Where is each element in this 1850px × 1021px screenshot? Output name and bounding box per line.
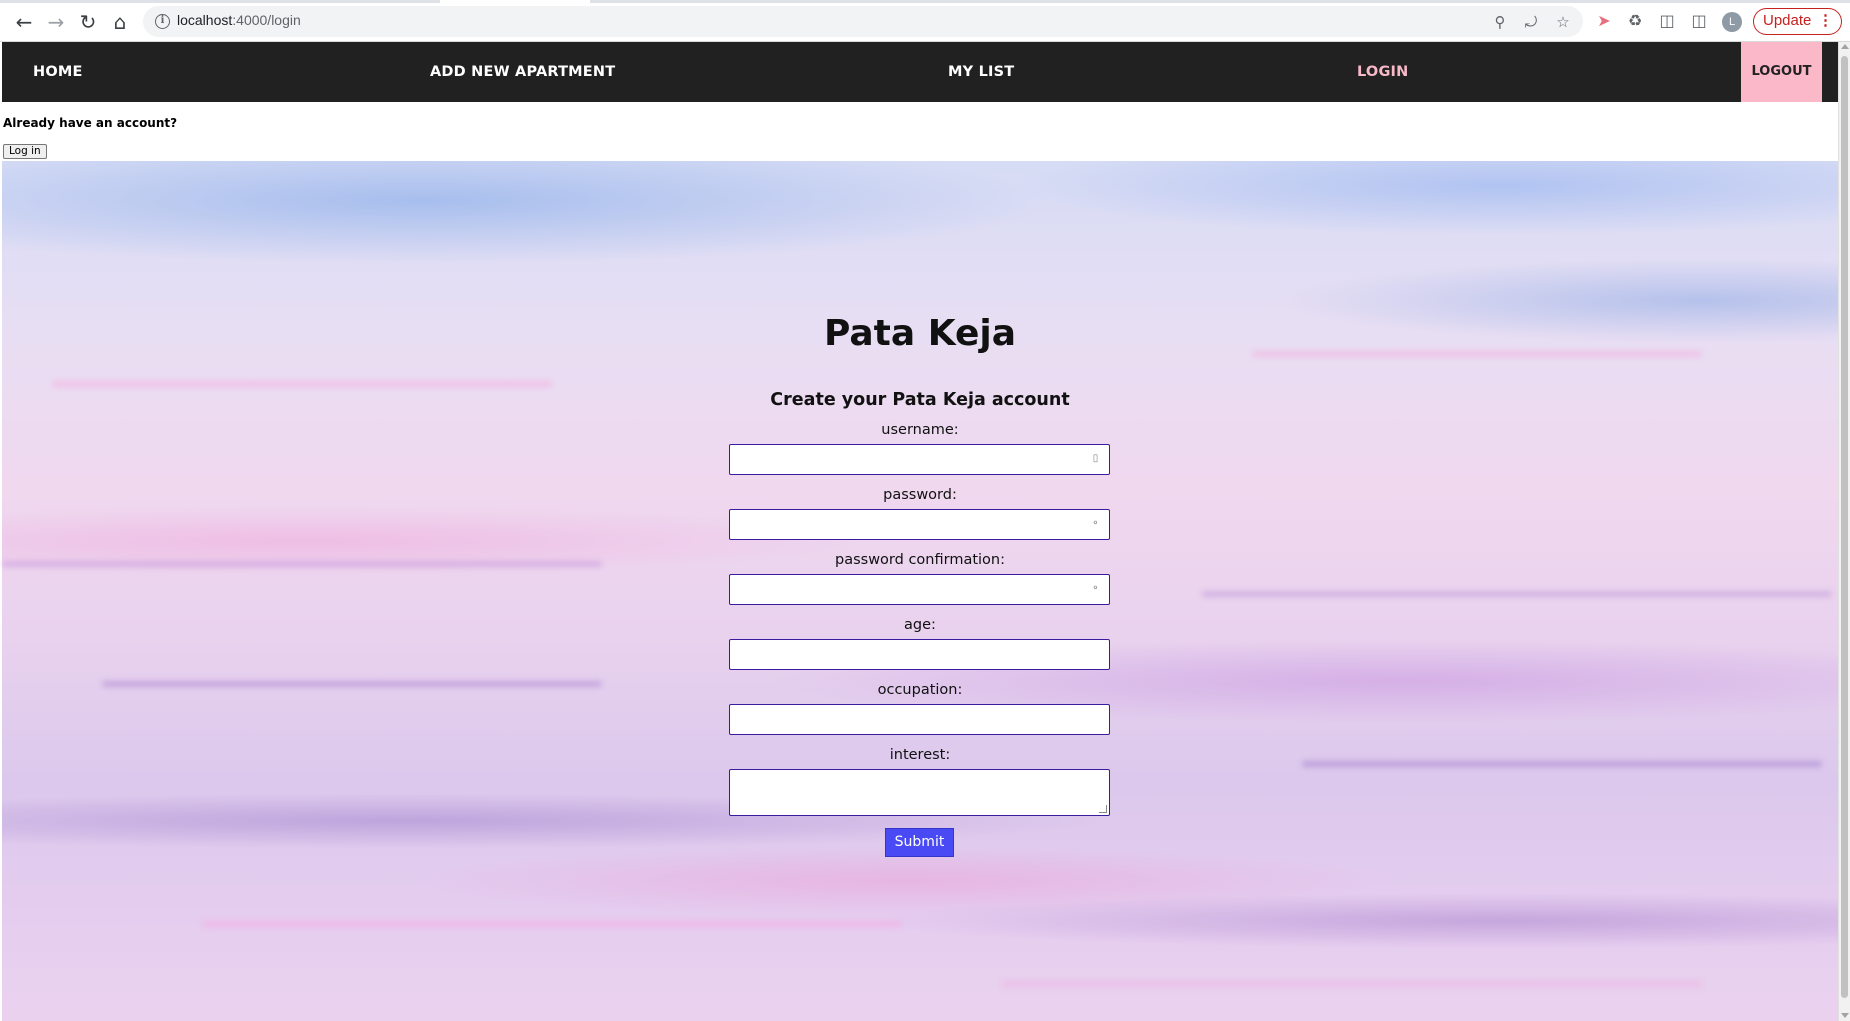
scroll-thumb[interactable] — [1841, 56, 1848, 998]
key-icon[interactable]: ⚬ — [1090, 518, 1101, 530]
back-icon[interactable]: ← — [10, 9, 38, 35]
side-panel-icon[interactable]: ◫ — [1688, 11, 1710, 31]
update-button[interactable]: Update ⋮ — [1753, 8, 1842, 35]
url-text[interactable]: localhost:4000/login — [177, 12, 301, 28]
autofill-icon[interactable]: ▯ — [1090, 453, 1101, 465]
scroll-down-icon[interactable] — [1841, 1013, 1849, 1018]
age-label: age: — [904, 617, 936, 633]
key-icon[interactable]: ⚬ — [1090, 583, 1101, 595]
site-info-icon[interactable]: i — [155, 14, 170, 29]
page-title: Pata Keja — [823, 313, 1017, 354]
extensions-puzzle-icon[interactable]: ♻ — [1624, 11, 1646, 31]
password-label: password: — [883, 487, 957, 503]
menu-dots-icon: ⋮ — [1818, 12, 1833, 29]
occupation-label: occupation: — [877, 682, 963, 698]
password-confirmation-label: password confirmation: — [835, 552, 1005, 568]
nav-login[interactable]: LOGIN — [1357, 42, 1408, 102]
cast-icon[interactable]: ◫ — [1656, 11, 1678, 31]
home-icon[interactable]: ⌂ — [106, 9, 134, 35]
url-host: localhost — [177, 12, 233, 28]
account-prompt-text: Already have an account? — [3, 116, 178, 130]
username-label: username: — [881, 422, 959, 438]
interest-label: interest: — [889, 747, 951, 763]
extension-icon[interactable]: ➤ — [1593, 11, 1615, 31]
resize-handle[interactable] — [1099, 805, 1107, 813]
nav-add-apartment[interactable]: ADD NEW APARTMENT — [430, 42, 615, 102]
profile-avatar[interactable]: L — [1722, 12, 1742, 32]
occupation-field[interactable] — [729, 704, 1110, 735]
password-field[interactable]: ⚬ — [729, 509, 1110, 540]
address-bar[interactable]: i localhost:4000/login ⚲ ⤾ ☆ — [143, 6, 1583, 37]
url-path: :4000/login — [232, 12, 301, 28]
site-navbar: HOME ADD NEW APARTMENT MY LIST LOGIN LOG… — [2, 42, 1838, 102]
login-button[interactable]: Log in — [3, 144, 47, 159]
zoom-icon[interactable]: ⚲ — [1491, 14, 1509, 30]
page-viewport: HOME ADD NEW APARTMENT MY LIST LOGIN LOG… — [0, 42, 1838, 1021]
bookmark-star-icon[interactable]: ☆ — [1554, 14, 1572, 30]
interest-textarea[interactable] — [729, 769, 1110, 816]
username-field[interactable]: ▯ — [729, 444, 1110, 475]
forward-icon[interactable]: → — [42, 9, 70, 35]
page-scrollbar[interactable] — [1838, 42, 1850, 1021]
password-confirmation-field[interactable]: ⚬ — [729, 574, 1110, 605]
browser-toolbar: ← → ↻ ⌂ i localhost:4000/login ⚲ ⤾ ☆ ➤ ♻… — [0, 0, 1850, 42]
share-icon[interactable]: ⤾ — [1522, 14, 1540, 30]
form-subtitle: Create your Pata Keja account — [770, 390, 1070, 410]
logout-button[interactable]: LOGOUT — [1741, 42, 1822, 102]
nav-my-list[interactable]: MY LIST — [948, 42, 1014, 102]
age-field[interactable] — [729, 639, 1110, 670]
submit-button[interactable]: Submit — [885, 828, 954, 857]
active-tab[interactable] — [440, 0, 590, 3]
tab-strip — [0, 0, 1850, 3]
update-label: Update — [1763, 12, 1812, 29]
scroll-up-icon[interactable] — [1841, 44, 1849, 49]
reload-icon[interactable]: ↻ — [74, 9, 102, 35]
nav-home[interactable]: HOME — [33, 42, 83, 102]
